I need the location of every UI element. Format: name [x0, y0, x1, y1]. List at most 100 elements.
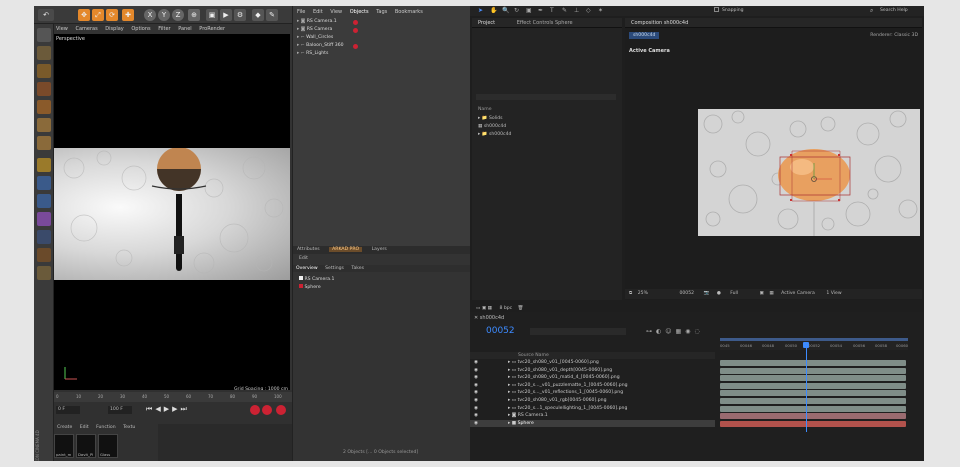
current-time[interactable]: 00052	[679, 291, 694, 296]
layer-duration-bar[interactable]	[720, 360, 906, 366]
play-icon[interactable]: ▶	[164, 405, 172, 413]
vp-menu-panel[interactable]: Panel	[178, 26, 192, 32]
scale-icon[interactable]: ⤢	[92, 9, 104, 21]
layer-row[interactable]: ◉ ▸ ▭ tvc20_s..._v01_reflections_1_[0045-…	[470, 389, 715, 397]
material-swatch[interactable]: Davit_Pl	[76, 434, 96, 458]
tab-takes[interactable]: Takes	[351, 266, 364, 271]
layer-row[interactable]: ◉ ▸ ▭ tvc20_sh080_v01_[0045-0060].png	[470, 359, 715, 367]
take-row[interactable]: RS Camera.1	[299, 276, 334, 284]
mat-menu-texture[interactable]: Textu	[123, 425, 135, 430]
tab-overview[interactable]: Overview	[296, 266, 318, 271]
om-menu-file[interactable]: File	[297, 9, 305, 15]
interpret-icon[interactable]: ▭	[476, 306, 480, 311]
text-tool-icon[interactable]: T	[550, 7, 554, 14]
timeline-tab[interactable]: ✕ sh000c4d	[474, 315, 504, 321]
om-menu-bookmarks[interactable]: Bookmarks	[395, 9, 423, 15]
region-icon[interactable]: ▣	[760, 291, 764, 296]
source-name-header[interactable]: Source Name	[518, 353, 549, 358]
material-swatch[interactable]: Glass	[98, 434, 118, 458]
eye-icon[interactable]: ◉	[474, 421, 478, 426]
snapshot-icon[interactable]: 📷	[704, 291, 710, 296]
object-row[interactable]: ▸ ⌐ Baloon_Stiff 360	[297, 43, 344, 51]
render-view-icon[interactable]: ▣	[206, 9, 218, 21]
material-tag-icon[interactable]	[353, 28, 358, 33]
y-axis-icon[interactable]: Y	[158, 9, 170, 21]
mat-menu-function[interactable]: Function	[96, 425, 116, 430]
take-row[interactable]: Sphere	[299, 284, 321, 292]
axis-mode-icon[interactable]	[37, 158, 51, 172]
z-axis-icon[interactable]: Z	[172, 9, 184, 21]
project-item[interactable]: ▦ sh000c4d	[478, 124, 506, 129]
playhead-handle[interactable]	[803, 342, 809, 348]
comp-breadcrumb[interactable]: sh000c4d	[629, 32, 660, 39]
bulb-icon[interactable]	[37, 266, 51, 280]
om-menu-edit[interactable]: Edit	[313, 9, 323, 15]
material-tag-icon[interactable]	[353, 44, 358, 49]
workplane-icon[interactable]	[37, 212, 51, 226]
make-editable-icon[interactable]	[37, 28, 51, 42]
tab-project[interactable]: Project	[478, 20, 495, 26]
lock-icon[interactable]	[37, 230, 51, 244]
om-menu-tags[interactable]: Tags	[376, 9, 387, 15]
om-menu-objects[interactable]: Objects	[350, 9, 369, 15]
project-item[interactable]: ▸ 📁 Solids	[478, 116, 503, 121]
layer-row[interactable]: ◉ ▸ ▭ tvc20_s..._v01_puzzlematte_1_[0045-…	[470, 382, 715, 390]
close-icon[interactable]: ✕	[474, 315, 478, 321]
uv-mode-icon[interactable]	[37, 136, 51, 150]
transparency-grid-icon[interactable]: ▦	[769, 291, 773, 296]
snap-icon[interactable]	[37, 194, 51, 208]
tab-composition[interactable]: Composition sh000c4d	[631, 20, 688, 26]
points-mode-icon[interactable]	[37, 82, 51, 96]
keyframe-icon[interactable]	[276, 405, 286, 415]
eye-icon[interactable]: ◉	[474, 398, 478, 403]
project-search-input[interactable]	[476, 94, 616, 100]
new-comp-icon[interactable]: ▦	[488, 306, 492, 311]
rotate-tool-icon[interactable]: ↻	[514, 7, 519, 14]
work-area-bar[interactable]	[720, 338, 908, 341]
object-row[interactable]: ▸ ◙ RS Camera.1	[297, 19, 337, 27]
pen-icon[interactable]: ✎	[266, 9, 278, 21]
tab-effect-controls[interactable]: Effect Controls Sphere	[517, 20, 573, 26]
move-icon[interactable]: ✥	[78, 9, 90, 21]
tab-layers[interactable]: Layers	[372, 247, 387, 252]
project-name-header[interactable]: Name	[478, 107, 492, 112]
project-item[interactable]: ▸ 📁 sh000c4d	[478, 132, 511, 137]
eye-icon[interactable]: ◉	[474, 390, 478, 395]
stamp-tool-icon[interactable]: ⊥	[574, 7, 579, 14]
render-icon[interactable]: ▶	[220, 9, 232, 21]
tweak-mode-icon[interactable]	[37, 176, 51, 190]
tab-attributes[interactable]: Attributes	[297, 247, 320, 252]
record-icon[interactable]	[250, 405, 260, 415]
pen-tool-icon[interactable]: ✒	[538, 7, 543, 14]
graph-editor-icon[interactable]: ◌	[694, 328, 703, 335]
layer-duration-bar[interactable]	[720, 382, 906, 389]
folder-add-icon[interactable]: ▣	[482, 306, 486, 311]
object-row[interactable]: ▸ ◙ RS Camera	[297, 27, 332, 35]
start-frame-field[interactable]: 0 F	[56, 406, 80, 414]
draft-3d-icon[interactable]: ◐	[656, 328, 665, 335]
layer-row[interactable]: ◉ ▸ ◙ RS Camera.1	[470, 412, 715, 420]
magnification-dropdown[interactable]: 25%	[638, 291, 648, 296]
coordinate-system-icon[interactable]: ⊕	[188, 9, 200, 21]
time-ruler[interactable]: 0045 00046 00048 00050 00052 00054 00056…	[720, 338, 908, 350]
brush-tool-icon[interactable]: ✎	[562, 7, 567, 14]
always-preview-icon[interactable]: ⧉	[629, 291, 632, 296]
eye-icon[interactable]: ◉	[474, 383, 478, 388]
object-row[interactable]: ▸ ⌐ Wall_Circles	[297, 35, 333, 43]
model-mode-icon[interactable]	[37, 46, 51, 60]
vp-menu-prorender[interactable]: ProRender	[199, 26, 225, 32]
layer-duration-bar[interactable]	[720, 390, 906, 397]
camera-view-dropdown[interactable]: Active Camera	[781, 291, 815, 296]
camera-tool-icon[interactable]: ▣	[526, 7, 532, 14]
first-frame-icon[interactable]: ⏮	[146, 405, 155, 413]
timeline-timecode[interactable]: 00052	[486, 326, 515, 336]
prev-frame-icon[interactable]: ◀	[155, 405, 163, 413]
autokey-icon[interactable]	[262, 405, 272, 415]
layer-duration-bar[interactable]	[720, 375, 906, 382]
eye-icon[interactable]: ◉	[474, 413, 478, 418]
playhead[interactable]	[806, 342, 807, 432]
undo-icon[interactable]: ↶	[38, 9, 54, 21]
layer-duration-bar[interactable]	[720, 398, 906, 404]
show-channel-icon[interactable]: ●	[717, 291, 721, 296]
layer-duration-bar[interactable]	[720, 405, 906, 412]
